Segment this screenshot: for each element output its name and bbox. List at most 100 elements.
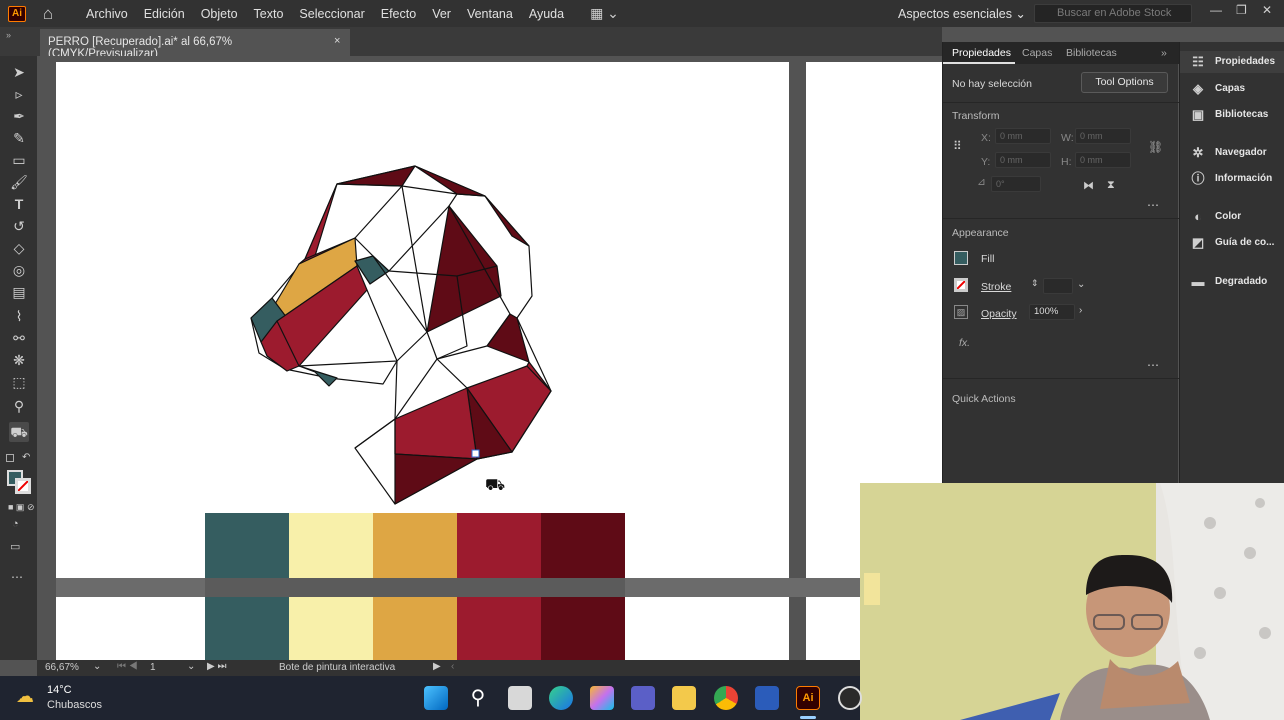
canvas-area[interactable]: ⛟ [37,56,942,660]
weather-icon[interactable]: ☁ [16,686,34,707]
home-icon[interactable]: ⌂ [38,4,58,23]
artboard-tool-icon[interactable]: ⬚ [9,372,29,392]
pen-tool-icon[interactable]: ✒ [9,106,29,126]
default-colors-icon[interactable] [6,454,14,462]
zoom-tool-icon[interactable]: ⚲ [9,396,29,416]
stock-search-input[interactable]: Buscar en Adobe Stock [1034,4,1192,23]
more-appearance-icon[interactable]: ⋯ [1147,358,1159,372]
menu-objeto[interactable]: Objeto [193,7,246,21]
stroke-dropdown-icon[interactable]: ⌄ [1077,279,1085,290]
file-explorer-icon[interactable] [672,686,696,710]
illustrator-taskbar-icon[interactable]: Ai [796,686,820,710]
teams-icon[interactable] [631,686,655,710]
flip-vertical-icon[interactable]: ⧗ [1107,179,1115,192]
x-field[interactable]: 0 mm [995,128,1051,144]
rectangle-tool-icon[interactable]: ▭ [9,150,29,170]
blend-tool-icon[interactable]: ⚯ [9,328,29,348]
reference-point-icon[interactable]: ⠿ [953,139,971,157]
collapse-toolbar-icon[interactable]: » [6,30,11,40]
task-view-icon[interactable] [508,686,532,710]
constrain-proportions-icon[interactable]: ⛓ [1148,140,1163,154]
w-field[interactable]: 0 mm [1075,128,1131,144]
direct-selection-tool-icon[interactable]: ▹ [9,84,29,104]
stroke-stepper-icon[interactable]: ⇕ [1031,278,1039,289]
edge-icon[interactable] [549,686,573,710]
swap-colors-icon[interactable]: ↶ [22,452,30,463]
chrome-icon[interactable] [714,686,738,710]
menu-ventana[interactable]: Ventana [459,7,521,21]
panel-propiedades[interactable]: ☷ Propiedades [1180,51,1284,73]
search-taskbar-icon[interactable]: ⚲ [466,686,490,710]
type-tool-icon[interactable]: T [9,194,29,214]
panel-navegador[interactable]: ✲ Navegador [1180,142,1284,164]
panel-color[interactable]: ◐ Color [1180,206,1284,228]
artboard-dropdown-icon[interactable]: ⌄ [187,661,195,672]
weather-desc[interactable]: Chubascos [47,699,102,711]
tab-capas[interactable]: Capas [1022,47,1052,59]
fx-icon[interactable]: fx. [959,337,970,349]
opacity-label[interactable]: Opacity [981,308,1017,320]
stroke-swatch[interactable] [15,478,31,494]
stroke-weight-field[interactable] [1043,278,1073,294]
stroke-swatch-small[interactable] [954,278,968,292]
menu-efecto[interactable]: Efecto [373,7,424,21]
zoom-dropdown-icon[interactable]: ⌄ [93,661,101,672]
scroll-left-icon[interactable]: ‹ [451,661,454,672]
menu-seleccionar[interactable]: Seleccionar [291,7,372,21]
tab-bibliotecas[interactable]: Bibliotecas [1066,47,1117,59]
screen-mode-icon[interactable]: ▭ [10,540,20,553]
panel-menu-icon[interactable]: » [1161,47,1167,59]
menu-edicion[interactable]: Edición [136,7,193,21]
tool-options-button[interactable]: Tool Options [1081,72,1168,93]
selection-tool-icon[interactable]: ➤ [9,62,29,82]
paintbrush-tool-icon[interactable]: 🖌 [9,172,29,192]
opacity-expand-icon[interactable]: › [1079,305,1082,316]
arrange-documents-icon[interactable]: ▦ ⌄ [590,5,619,22]
tab-propiedades[interactable]: Propiedades [952,47,1011,59]
panel-bibliotecas[interactable]: ▣ Bibliotecas [1180,104,1284,126]
flip-horizontal-icon[interactable]: ⧓ [1083,179,1094,192]
weather-temp[interactable]: 14°C [47,684,72,696]
close-window-icon[interactable]: ✕ [1262,3,1272,17]
obs-icon[interactable] [838,686,862,710]
shape-builder-tool-icon[interactable]: ◎ [9,260,29,280]
word-icon[interactable] [755,686,779,710]
color-mode-icon[interactable]: ■ ▣ ⊘ [8,502,34,513]
status-menu-icon[interactable]: ▶ [433,661,441,672]
rotate-tool-icon[interactable]: ↺ [9,216,29,236]
gradient-tool-icon[interactable]: ▤ [9,282,29,302]
document-tab[interactable]: PERRO [Recuperado].ai* al 66,67% (CMYK/P… [40,29,350,60]
next-artboard-icon[interactable]: ▶ ⏭ [207,661,226,672]
menu-archivo[interactable]: Archivo [78,7,136,21]
fill-label[interactable]: Fill [981,253,994,265]
menu-ver[interactable]: Ver [424,7,459,21]
opacity-field[interactable]: 100% [1029,304,1075,320]
zoom-level[interactable]: 66,67% [45,662,79,673]
first-artboard-icon[interactable]: ⏮ ◀ [117,661,138,672]
restore-icon[interactable]: ❐ [1236,3,1247,17]
eyedropper-tool-icon[interactable]: ⌇ [9,306,29,326]
workspace-switcher[interactable]: Aspectos esenciales ⌄ [898,6,1026,21]
start-icon[interactable] [424,686,448,710]
live-paint-bucket-tool-icon[interactable]: ⛟ [9,422,29,442]
menu-ayuda[interactable]: Ayuda [521,7,572,21]
h-field[interactable]: 0 mm [1075,152,1131,168]
copilot-icon[interactable] [590,686,614,710]
curvature-tool-icon[interactable]: ✎ [9,128,29,148]
panel-degradado[interactable]: ▬ Degradado [1180,271,1284,293]
panel-guia-color[interactable]: ◩ Guía de co... [1180,232,1284,254]
symbol-sprayer-tool-icon[interactable]: ❋ [9,350,29,370]
stroke-label[interactable]: Stroke [981,281,1011,293]
more-tools-icon[interactable]: ⋯ [11,570,23,584]
draw-mode-icon[interactable]: ◔ [12,518,19,530]
close-tab-icon[interactable]: × [334,35,340,47]
fill-swatch-small[interactable] [954,251,968,265]
panel-informacion[interactable]: ⓘ Información [1180,168,1284,190]
eraser-tool-icon[interactable]: ◇ [9,238,29,258]
panel-capas[interactable]: ◈ Capas [1180,78,1284,100]
artboard-number[interactable]: 1 [150,662,156,673]
minimize-icon[interactable]: — [1210,3,1222,17]
menu-texto[interactable]: Texto [246,7,292,21]
y-field[interactable]: 0 mm [995,152,1051,168]
rotate-field[interactable]: 0° [991,176,1041,192]
